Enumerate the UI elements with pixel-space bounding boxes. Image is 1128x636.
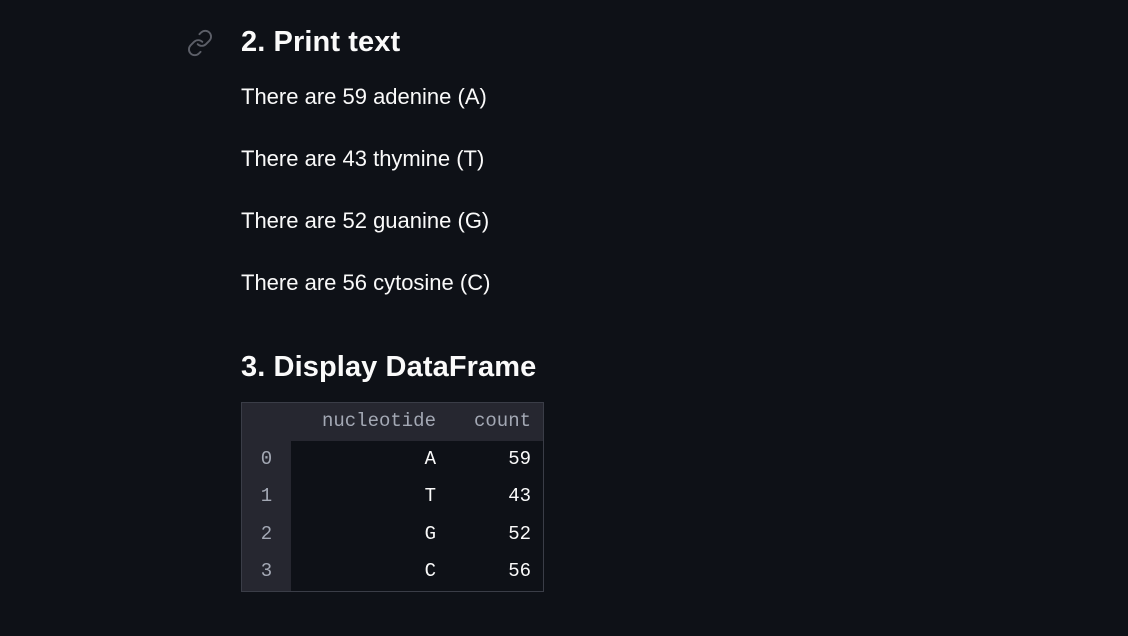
- row-index: 3: [242, 553, 291, 591]
- section-heading-display-dataframe: 3. Display DataFrame: [241, 351, 537, 383]
- index-header: [242, 403, 291, 441]
- cell-count[interactable]: 52: [436, 516, 531, 554]
- column-header-count[interactable]: count: [436, 403, 531, 441]
- table-row[interactable]: 1 T 43: [242, 478, 543, 516]
- table-row[interactable]: 0 A 59: [242, 440, 543, 479]
- table-header-row: nucleotide count: [242, 403, 543, 441]
- link-icon[interactable]: [186, 29, 214, 57]
- row-index: 0: [242, 440, 291, 479]
- cell-count[interactable]: 56: [436, 553, 531, 591]
- dataframe-table[interactable]: nucleotide count 0 A 59 1 T 43 2 G 52 3 …: [241, 402, 544, 592]
- cell-nucleotide[interactable]: T: [291, 478, 436, 516]
- cell-count[interactable]: 43: [436, 478, 531, 516]
- text-line-thymine: There are 43 thymine (T): [241, 146, 485, 171]
- section-heading-print-text: 2. Print text: [241, 26, 401, 58]
- column-header-nucleotide[interactable]: nucleotide: [291, 403, 436, 441]
- cell-nucleotide[interactable]: A: [291, 441, 436, 479]
- row-index: 1: [242, 478, 291, 516]
- text-line-cytosine: There are 56 cytosine (C): [241, 270, 491, 295]
- app-main: 2. Print text There are 59 adenine (A) T…: [0, 0, 1128, 636]
- cell-nucleotide[interactable]: G: [291, 516, 436, 554]
- text-line-guanine: There are 52 guanine (G): [241, 208, 490, 233]
- table-row[interactable]: 3 C 56: [242, 553, 543, 591]
- cell-count[interactable]: 59: [436, 441, 531, 479]
- table-row[interactable]: 2 G 52: [242, 515, 543, 554]
- row-index: 2: [242, 515, 291, 554]
- text-line-adenine: There are 59 adenine (A): [241, 84, 487, 109]
- cell-nucleotide[interactable]: C: [291, 553, 436, 591]
